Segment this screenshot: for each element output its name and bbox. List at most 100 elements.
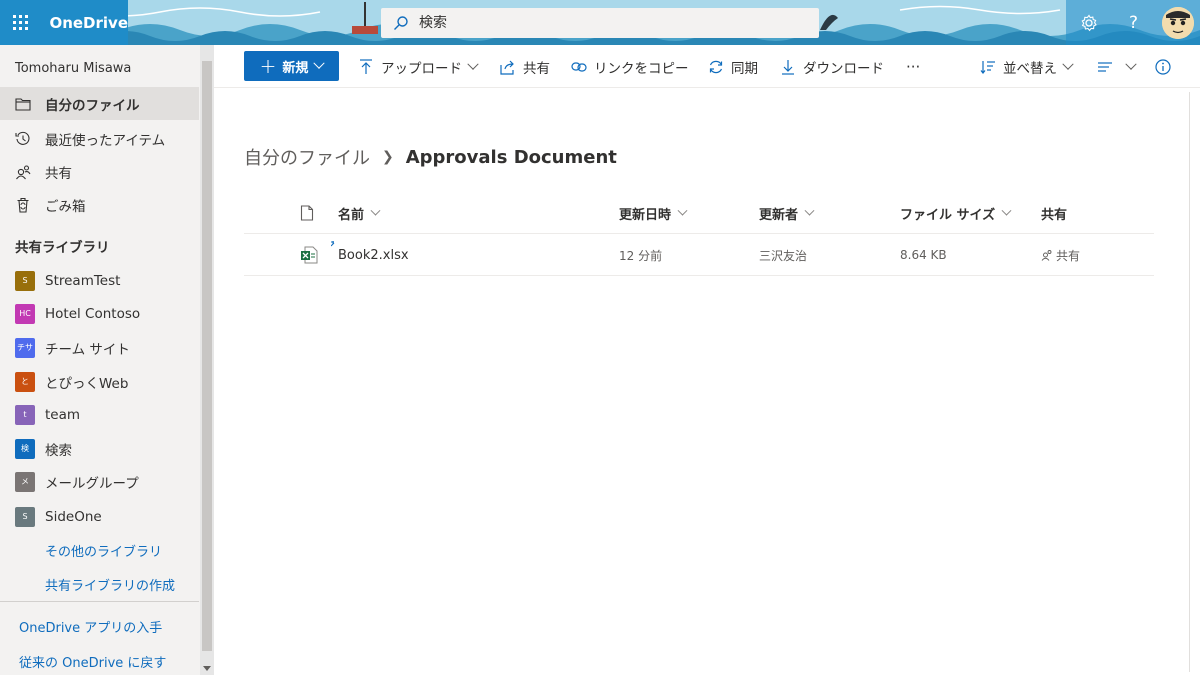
sharing-column-header[interactable]: 共有 — [1041, 192, 1067, 234]
search-icon — [394, 16, 408, 30]
library-item-hotel-contoso[interactable]: HC Hotel Contoso — [0, 297, 199, 330]
avatar-face-icon — [1162, 6, 1194, 39]
chevron-down-icon — [1001, 205, 1012, 216]
new-button-label: 新規 — [282, 60, 309, 76]
more-icon: ··· — [906, 57, 921, 76]
app-launcher-button[interactable] — [0, 0, 41, 45]
column-header-label: ファイル サイズ — [900, 207, 996, 223]
details-pane-button[interactable] — [1155, 45, 1178, 88]
nav-item-label: 共有 — [45, 165, 72, 182]
nav-divider — [0, 601, 199, 602]
chevron-down-icon — [804, 205, 815, 216]
library-label: team — [45, 406, 81, 423]
sync-button[interactable]: 同期 — [708, 45, 758, 88]
shared-people-icon — [1041, 250, 1052, 261]
share-button[interactable]: 共有 — [500, 45, 550, 88]
search-box[interactable] — [381, 8, 819, 38]
link-icon — [571, 59, 587, 75]
library-item-topic-web[interactable]: と とぴっくWeb — [0, 365, 199, 398]
sort-button[interactable]: 並べ替え — [980, 45, 1074, 88]
library-item-streamtest[interactable]: S StreamTest — [0, 264, 199, 297]
sync-label: 同期 — [731, 60, 758, 77]
file-type-column-header[interactable] — [300, 192, 314, 234]
file-type-icon — [300, 205, 314, 221]
app-name[interactable]: OneDrive — [49, 14, 128, 32]
content-scrollbar-thumb[interactable] — [1189, 92, 1197, 672]
file-name-link[interactable]: Book2.xlsx — [338, 234, 409, 276]
more-actions-button[interactable]: ··· — [906, 45, 920, 88]
modified-by-column-header[interactable]: 更新者 — [759, 192, 815, 234]
new-button[interactable]: + 新規 — [244, 51, 339, 81]
nav-item-recycle-bin[interactable]: ごみ箱 — [0, 188, 199, 221]
breadcrumb-my-files[interactable]: 自分のファイル — [244, 144, 370, 170]
content-scrollbar[interactable] — [1186, 88, 1200, 675]
scroll-down-arrow-icon[interactable] — [203, 666, 211, 671]
breadcrumb: 自分のファイル ❯ Approvals Document — [244, 144, 617, 170]
library-badge: S — [15, 506, 35, 527]
nav-scrollbar[interactable] — [200, 45, 214, 675]
library-badge: t — [15, 404, 35, 425]
avatar — [1162, 6, 1194, 39]
library-label: StreamTest — [45, 272, 121, 289]
modified-column-header[interactable]: 更新日時 — [619, 192, 688, 234]
view-options-button[interactable] — [1097, 45, 1137, 88]
plus-icon: + — [259, 54, 277, 78]
upload-icon — [358, 58, 374, 75]
nav-item-label: 最近使ったアイテム — [45, 132, 166, 149]
nav-item-shared[interactable]: 共有 — [0, 155, 199, 188]
table-row[interactable]: Book2.xlsx 12 分前 三沢友治 8.64 KB 共有 — [244, 234, 1154, 276]
share-label: 共有 — [523, 60, 550, 77]
column-header-label: 名前 — [338, 207, 365, 223]
more-libraries-link[interactable]: その他のライブラリ — [45, 541, 162, 560]
help-button[interactable]: ? — [1111, 0, 1156, 45]
account-button[interactable] — [1156, 0, 1200, 45]
help-icon: ? — [1128, 12, 1139, 33]
nav-item-my-files[interactable]: 自分のファイル — [0, 87, 199, 120]
chevron-down-icon — [1062, 58, 1074, 70]
column-header-label: 更新者 — [759, 207, 799, 223]
search-input[interactable] — [419, 15, 799, 31]
nav-item-label: ごみ箱 — [45, 198, 86, 215]
library-item-team-site[interactable]: チサ チーム サイト — [0, 331, 199, 364]
library-badge: メ — [15, 471, 35, 492]
column-header-label: 更新日時 — [619, 207, 672, 223]
sharing-cell[interactable]: 共有 — [1041, 234, 1080, 276]
sort-icon — [980, 59, 996, 75]
create-library-link[interactable]: 共有ライブラリの作成 — [45, 575, 175, 594]
chevron-down-icon — [370, 205, 381, 216]
file-size-column-header[interactable]: ファイル サイズ — [900, 192, 1012, 234]
modified-by-cell[interactable]: 三沢友治 — [759, 234, 807, 276]
library-label: SideOne — [45, 508, 102, 525]
new-item-indicator-icon — [331, 241, 335, 247]
nav-scrollbar-thumb[interactable] — [202, 61, 212, 651]
share-icon — [500, 59, 516, 75]
sort-label: 並べ替え — [1003, 60, 1057, 77]
chevron-down-icon — [467, 58, 479, 70]
upload-label: アップロード — [381, 60, 462, 77]
chevron-down-icon — [677, 205, 688, 216]
library-badge: S — [15, 270, 35, 291]
download-button[interactable]: ダウンロード — [780, 45, 884, 88]
library-item-mail-group[interactable]: メ メールグループ — [0, 465, 199, 498]
file-icon-cell — [300, 234, 318, 276]
excel-file-icon — [301, 246, 318, 264]
copy-link-label: リンクをコピー — [594, 60, 689, 77]
library-item-search[interactable]: 検 検索 — [0, 432, 199, 465]
nav-item-label: 自分のファイル — [45, 97, 140, 114]
history-icon — [15, 131, 31, 147]
name-column-header[interactable]: 名前 — [338, 192, 381, 234]
copy-link-button[interactable]: リンクをコピー — [571, 45, 689, 88]
chevron-right-icon: ❯ — [382, 149, 394, 165]
classic-onedrive-link[interactable]: 従来の OneDrive に戻す — [19, 652, 166, 671]
library-item-team[interactable]: t team — [0, 398, 199, 431]
get-app-link[interactable]: OneDrive アプリの入手 — [19, 617, 162, 636]
left-navigation: Tomoharu Misawa 自分のファイル 最近使ったアイテム 共有 ごみ箱… — [0, 45, 214, 675]
library-item-sideone[interactable]: S SideOne — [0, 500, 199, 533]
user-name: Tomoharu Misawa — [15, 61, 132, 76]
download-label: ダウンロード — [803, 60, 884, 77]
modified-cell: 12 分前 — [619, 248, 663, 263]
settings-button[interactable] — [1066, 0, 1111, 45]
nav-item-recent[interactable]: 最近使ったアイテム — [0, 122, 199, 155]
upload-button[interactable]: アップロード — [358, 45, 479, 88]
library-label: チーム サイト — [45, 341, 130, 358]
